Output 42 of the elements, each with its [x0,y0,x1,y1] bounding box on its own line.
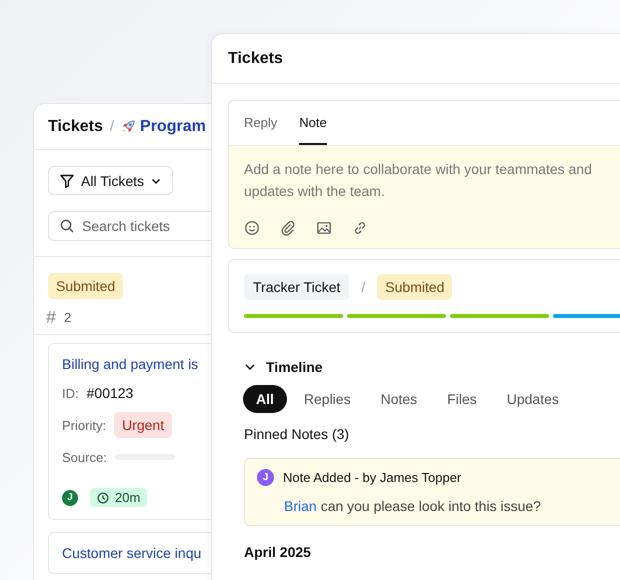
image-icon[interactable] [316,220,332,236]
separator: / [361,279,366,295]
note-text: can you please look into this issue? [320,498,541,514]
paperclip-icon[interactable] [280,220,296,236]
mention-link[interactable]: Brian [284,498,317,514]
ticket-type-label: Tracker Ticket [244,274,350,300]
age-text: 20m [115,490,140,505]
filter-icon [59,172,75,188]
note-heading: Note Added - by James Topper [283,470,462,485]
pinned-notes-label: Pinned Notes (3) [244,426,350,442]
assignee-avatar: J [62,490,78,506]
priority-badge: Urgent [114,412,172,438]
note-field[interactable]: Add a note here to collaborate with your teammates and updates with the team. [244,158,620,206]
filter-tab[interactable]: Notes [368,385,430,413]
status-badge: Submited [48,273,124,299]
field-label: Source: [62,450,107,464]
section-title: Timeline [266,359,323,375]
note-editor[interactable]: Add a note here to collaborate with your teammates and updates with the team. [229,146,620,248]
filter-tab[interactable]: All [243,385,287,413]
window-title: Tickets [228,50,283,68]
breadcrumb-title[interactable]: Tickets [48,118,103,136]
clock-icon [97,492,109,504]
breadcrumb-project[interactable]: Program [140,118,206,136]
filter-tab[interactable]: Updates [494,385,572,413]
hash-mark: # [46,307,56,328]
filter-dropdown[interactable]: All Tickets [48,166,174,195]
link-icon[interactable] [352,220,368,236]
emoji-icon[interactable] [244,220,260,236]
composer-tab[interactable]: Reply [244,101,278,145]
field-label: ID: [62,386,79,400]
ticket-title[interactable]: Customer service inqu [62,545,232,561]
field-label: Priority: [62,418,106,432]
author-avatar: J [257,469,274,486]
filter-tab[interactable]: Files [434,385,490,413]
ticket-id: #00123 [86,385,134,401]
status-badge: Submited [377,274,452,300]
rocket-icon [121,119,136,134]
filter-tab[interactable]: Replies [290,385,364,413]
ticket-title[interactable]: Billing and payment is [62,356,232,372]
ticket-count: 2 [64,310,72,325]
breadcrumb-separator: / [110,118,114,135]
month-heading: April 2025 [244,544,311,560]
